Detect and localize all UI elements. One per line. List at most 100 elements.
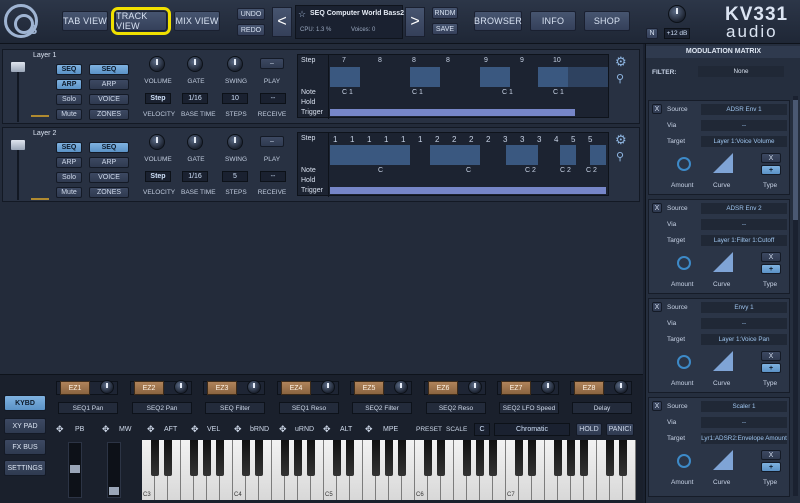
voice-button[interactable]: VOICE (89, 172, 129, 183)
ez8-name[interactable]: Delay (572, 402, 632, 414)
type-x-button[interactable]: X (761, 153, 781, 163)
black-key[interactable] (514, 440, 524, 476)
fx-bus-button[interactable]: FX BUS (4, 439, 46, 455)
master-volume-knob[interactable] (668, 5, 686, 23)
via-dropdown[interactable]: -- (701, 417, 787, 428)
type-plus-button[interactable]: + (761, 165, 781, 175)
curve-icon[interactable] (713, 252, 733, 272)
remove-slot-button[interactable]: X (652, 104, 662, 114)
black-key[interactable] (579, 440, 589, 476)
step-cell[interactable] (430, 145, 480, 165)
trigger-bar[interactable] (330, 187, 606, 194)
move-icon[interactable]: ✥ (279, 424, 287, 435)
ez4-button[interactable]: EZ4 (281, 381, 311, 395)
ez3-button[interactable]: EZ3 (207, 381, 237, 395)
scale-root-dropdown[interactable]: C (474, 423, 490, 436)
step-cell[interactable] (560, 145, 576, 165)
amount-knob[interactable] (677, 454, 691, 468)
scale-type-dropdown[interactable]: Chromatic (494, 423, 570, 436)
black-key[interactable] (553, 440, 563, 476)
seq-edit-button[interactable]: SEQ (89, 64, 129, 75)
type-plus-button[interactable]: + (761, 264, 781, 274)
type-plus-button[interactable]: + (761, 462, 781, 472)
type-plus-button[interactable]: + (761, 363, 781, 373)
ez2-button[interactable]: EZ2 (134, 381, 164, 395)
source-dropdown[interactable]: Envy 1 (701, 302, 787, 313)
type-x-button[interactable]: X (761, 252, 781, 262)
move-icon[interactable]: ✥ (56, 424, 64, 435)
prev-preset-button[interactable]: < (272, 7, 292, 37)
keyboard-view-button[interactable]: KYBD (4, 395, 46, 411)
zones-button[interactable]: ZONES (89, 109, 129, 120)
seq-toggle-left[interactable]: SEQ (56, 64, 82, 75)
ez7-button[interactable]: EZ7 (501, 381, 531, 395)
black-key[interactable] (384, 440, 394, 476)
play-button[interactable]: – (260, 58, 284, 69)
steps-value[interactable]: 5 (222, 171, 248, 182)
black-key[interactable] (423, 440, 433, 476)
mute-button[interactable]: Mute (56, 109, 82, 120)
black-key[interactable] (475, 440, 485, 476)
remove-slot-button[interactable]: X (652, 203, 662, 213)
move-icon[interactable]: ✥ (102, 424, 110, 435)
curve-icon[interactable] (713, 450, 733, 470)
layer-volume-fader[interactable] (11, 140, 25, 150)
black-key[interactable] (163, 440, 173, 476)
zoom-icon[interactable]: ⚲ (616, 150, 624, 163)
step-cell[interactable] (506, 145, 538, 165)
seq-edit-button[interactable]: SEQ (89, 142, 129, 153)
ez6-knob[interactable] (468, 380, 482, 394)
save-button[interactable]: SAVE (432, 23, 458, 35)
black-key[interactable] (488, 440, 498, 476)
pitch-bend-wheel[interactable] (68, 442, 82, 498)
solo-button[interactable]: Solo (56, 94, 82, 105)
arp-toggle-left[interactable]: ARP (56, 157, 82, 168)
tab-track-view[interactable]: TRACK VIEW (111, 7, 171, 35)
ez4-knob[interactable] (321, 380, 335, 394)
ez7-name[interactable]: SEQ2 LFO Speed (499, 402, 559, 414)
amount-knob[interactable] (677, 157, 691, 171)
ez6-name[interactable]: SEQ2 Reso (426, 402, 486, 414)
arp-edit-button[interactable]: ARP (89, 79, 129, 90)
swing-knob[interactable] (227, 56, 243, 72)
step-cell[interactable] (480, 67, 510, 87)
target-dropdown[interactable]: Layer 1:Filter 1:Cutoff (701, 235, 787, 246)
type-x-button[interactable]: X (761, 450, 781, 460)
preset-name[interactable]: SEQ Computer World Bass2 (310, 10, 404, 17)
black-key[interactable] (215, 440, 225, 476)
random-button[interactable]: RNDM (432, 7, 458, 19)
solo-button[interactable]: Solo (56, 172, 82, 183)
ez2-name[interactable]: SEQ2 Pan (132, 402, 192, 414)
target-dropdown[interactable]: Layer 1:Voice Volume (701, 136, 787, 147)
mute-button[interactable]: Mute (56, 187, 82, 198)
target-dropdown[interactable]: Layer 1:Voice Pan (701, 334, 787, 345)
velocity-mode[interactable]: Step (145, 171, 171, 182)
remove-slot-button[interactable]: X (652, 401, 662, 411)
info-button[interactable]: INFO (530, 11, 576, 31)
black-key[interactable] (254, 440, 264, 476)
next-preset-button[interactable]: > (405, 7, 425, 37)
amount-knob[interactable] (677, 355, 691, 369)
step-sequencer-grid[interactable]: Step Note Hold Trigger 7 8 8 8 9 9 10 C … (297, 54, 609, 119)
black-key[interactable] (306, 440, 316, 476)
via-dropdown[interactable]: -- (701, 120, 787, 131)
black-key[interactable] (605, 440, 615, 476)
step-cell[interactable] (568, 67, 608, 87)
black-key[interactable] (618, 440, 628, 476)
mod-wheel[interactable] (107, 442, 121, 498)
ez5-knob[interactable] (394, 380, 408, 394)
xy-pad-button[interactable]: XY PAD (4, 418, 46, 434)
volume-knob[interactable] (149, 134, 165, 150)
black-key[interactable] (397, 440, 407, 476)
play-button[interactable]: – (260, 136, 284, 147)
zoom-icon[interactable]: ⚲ (616, 72, 624, 85)
gate-knob[interactable] (187, 56, 203, 72)
curve-icon[interactable] (713, 351, 733, 371)
gate-knob[interactable] (187, 134, 203, 150)
move-icon[interactable]: ✥ (365, 424, 373, 435)
ez4-name[interactable]: SEQ1 Reso (279, 402, 339, 414)
ez1-name[interactable]: SEQ1 Pan (58, 402, 118, 414)
step-cell[interactable] (538, 67, 568, 87)
black-key[interactable] (462, 440, 472, 476)
move-icon[interactable]: ✥ (191, 424, 199, 435)
